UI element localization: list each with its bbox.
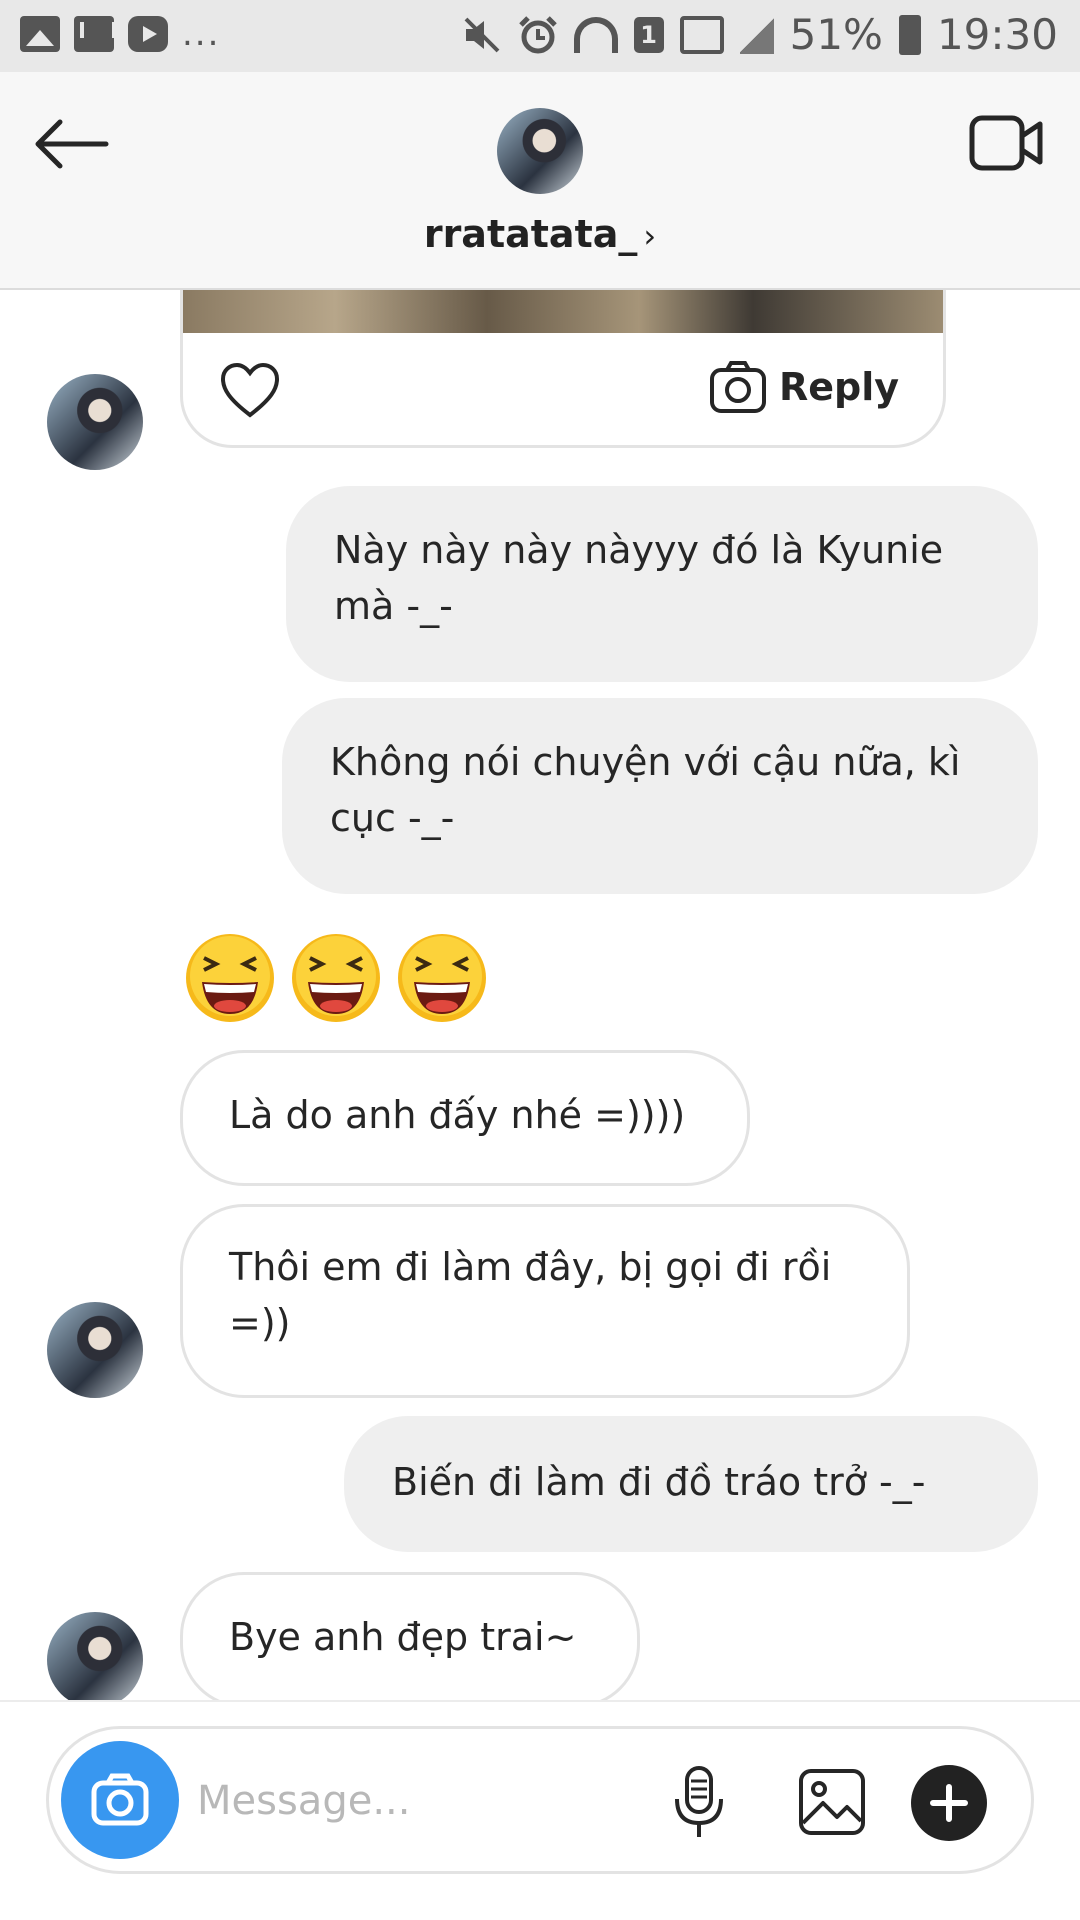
clock: 19:30: [936, 10, 1058, 59]
emoji-message[interactable]: [184, 932, 488, 1024]
message-text: Là do anh đấy nhé =)))): [229, 1093, 686, 1137]
wifi-icon: [573, 16, 618, 53]
message-thread[interactable]: Reply Này này này nàyyy đó là Kyunie mà …: [0, 290, 1080, 1700]
youtube-icon: [128, 16, 168, 52]
username-text: rratatata_: [423, 212, 638, 256]
status-notifications: ...: [20, 16, 220, 52]
back-arrow-icon[interactable]: [30, 116, 110, 172]
reply-button[interactable]: Reply: [709, 355, 899, 419]
message-bubble-incoming[interactable]: Là do anh đấy nhé =)))): [180, 1050, 750, 1186]
signal-secondary-icon: [739, 15, 774, 54]
message-text: Biến đi làm đi đồ tráo trở -_-: [392, 1460, 926, 1504]
message-bubble-incoming[interactable]: Thôi em đi làm đây, bị gọi đi rồi =)): [180, 1204, 910, 1398]
story-image[interactable]: [183, 290, 943, 333]
mute-icon: [464, 17, 500, 52]
plus-button[interactable]: [911, 1765, 987, 1841]
story-reply-card: Reply: [180, 290, 946, 448]
message-bubble-incoming[interactable]: Bye anh đẹp trai~: [180, 1572, 640, 1700]
message-input[interactable]: [197, 1765, 627, 1837]
alarm-icon: [518, 15, 557, 53]
sender-avatar[interactable]: [47, 374, 143, 470]
composer-bar: [0, 1700, 1080, 1920]
heart-icon[interactable]: [219, 361, 281, 419]
chat-header: rratatata_ ›: [0, 72, 1080, 290]
header-avatar[interactable]: [497, 108, 583, 194]
chevron-right-icon: ›: [643, 217, 657, 255]
battery-percent: 51%: [789, 10, 883, 59]
message-text: Không nói chuyện với cậu nữa, kì cục -_-: [330, 740, 961, 840]
signal-icon: [679, 15, 724, 54]
video-call-icon[interactable]: [968, 112, 1044, 174]
more-notifications: ...: [182, 14, 221, 54]
microphone-icon[interactable]: [669, 1765, 729, 1841]
mail-icon: [74, 16, 116, 52]
image-icon: [20, 16, 60, 52]
message-text: Này này này nàyyy đó là Kyunie mà -_-: [334, 528, 944, 628]
message-bubble-outgoing[interactable]: Không nói chuyện với cậu nữa, kì cục -_-: [282, 698, 1038, 894]
camera-icon: [709, 361, 766, 413]
message-composer: [46, 1726, 1034, 1874]
laughing-emoji-icon: [398, 934, 486, 1022]
plus-icon: [930, 1784, 968, 1822]
status-bar: ... 1 51% 19:30: [0, 0, 1080, 72]
laughing-emoji-icon: [186, 934, 274, 1022]
message-text: Thôi em đi làm đây, bị gọi đi rồi =)): [229, 1245, 832, 1345]
message-bubble-outgoing[interactable]: Biến đi làm đi đồ tráo trở -_-: [344, 1416, 1038, 1552]
reply-label: Reply: [778, 365, 899, 409]
message-bubble-outgoing[interactable]: Này này này nàyyy đó là Kyunie mà -_-: [286, 486, 1038, 682]
sender-avatar[interactable]: [47, 1612, 143, 1700]
gallery-icon[interactable]: [797, 1767, 867, 1837]
laughing-emoji-icon: [292, 934, 380, 1022]
camera-icon: [91, 1773, 149, 1826]
sender-avatar[interactable]: [47, 1302, 143, 1398]
camera-button[interactable]: [61, 1741, 179, 1859]
battery-icon: [898, 14, 921, 55]
message-text: Bye anh đẹp trai~: [229, 1615, 577, 1659]
header-username[interactable]: rratatata_ ›: [0, 212, 1080, 256]
sim-badge: 1: [633, 16, 664, 53]
status-system: 1 51% 19:30: [462, 10, 1058, 59]
